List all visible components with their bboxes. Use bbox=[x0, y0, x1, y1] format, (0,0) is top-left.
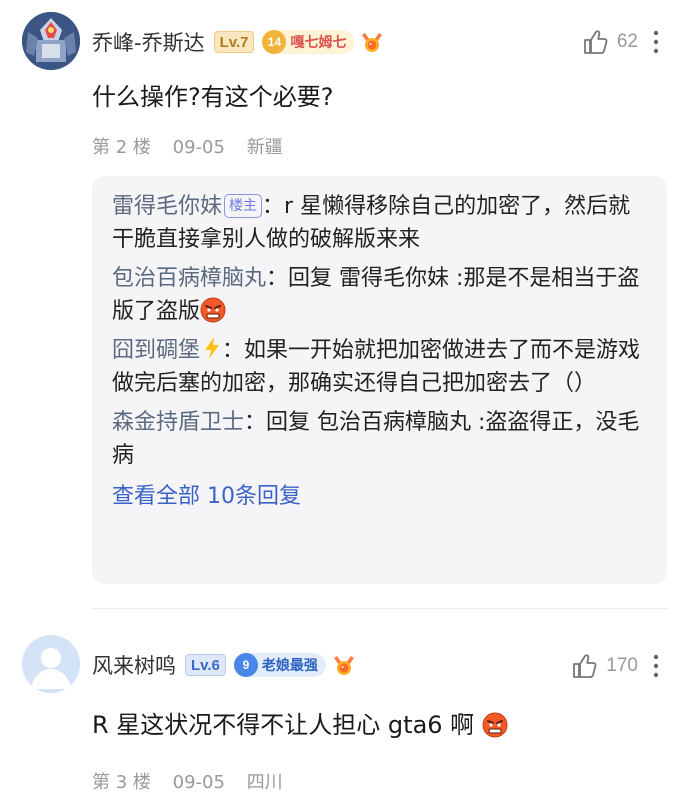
floor-number: 第 2 楼 bbox=[92, 137, 151, 158]
more-vertical-icon[interactable] bbox=[646, 28, 666, 56]
reply-list[interactable]: 雷得毛你妹 楼主 ：r 星懒得移除自己的加密了，然后就干脆直接拿别人做的破解版来来 … bbox=[92, 176, 667, 584]
comment-location: 新疆 bbox=[246, 137, 283, 158]
view-all-replies-link[interactable]: 查看全部 10条回复 bbox=[112, 478, 647, 510]
like-count: 62 bbox=[616, 31, 638, 52]
like-button[interactable]: 170 bbox=[570, 652, 638, 680]
angry-face-emoji-icon bbox=[200, 297, 226, 323]
like-count: 170 bbox=[606, 655, 638, 676]
username[interactable]: 乔峰-乔斯达 bbox=[92, 27, 205, 57]
level-badge: Lv.7 bbox=[213, 31, 255, 53]
fan-level-number: 9 bbox=[233, 653, 258, 677]
reply-author[interactable]: 雷得毛你妹 bbox=[112, 194, 222, 219]
reply-author[interactable]: 包治百病樟脑丸 bbox=[112, 266, 266, 291]
username[interactable]: 风来树鸣 bbox=[92, 650, 176, 680]
medal-icon bbox=[362, 33, 383, 52]
op-badge: 楼主 bbox=[224, 194, 263, 218]
level-badge: Lv.6 bbox=[185, 654, 226, 676]
comment-date: 09-05 bbox=[172, 772, 225, 793]
comment-meta: 第 3 楼 09-05 四川 bbox=[92, 768, 299, 794]
medal-icon bbox=[333, 656, 354, 675]
lightning-bolt-icon bbox=[205, 337, 220, 359]
avatar[interactable] bbox=[22, 635, 80, 693]
comment-item: 乔峰-乔斯达 Lv.7 14 嘎七姆七 62 什么操作?有这个必要? 第 2 楼… bbox=[0, 0, 688, 610]
comment-date: 09-05 bbox=[172, 137, 225, 158]
fan-badge[interactable]: 14 嘎七姆七 bbox=[262, 30, 355, 54]
thumbs-up-icon bbox=[583, 30, 608, 54]
reply-author[interactable]: 森金持盾卫士 bbox=[112, 410, 244, 435]
reply-separator: ： bbox=[266, 266, 289, 291]
thumbs-up-icon bbox=[573, 654, 597, 678]
reply-separator: ： bbox=[244, 410, 267, 435]
comment-text-content: R 星这状况不得不让人担心 gta6 啊 bbox=[92, 711, 475, 739]
divider bbox=[92, 608, 668, 609]
angry-face-emoji-icon bbox=[482, 712, 508, 738]
floor-number: 第 3 楼 bbox=[92, 772, 151, 793]
reply-item[interactable]: 包治百病樟脑丸：回复 雷得毛你妹 :那是不是相当于盗版了盗版 bbox=[112, 262, 647, 328]
reply-item[interactable]: 囧到碉堡 ：如果一开始就把加密做进去了而不是游戏做完后塞的加密，那确实还得自己把… bbox=[112, 334, 647, 400]
reply-separator: ： bbox=[222, 338, 245, 363]
comment-text: R 星这状况不得不让人担心 gta6 啊 bbox=[92, 708, 668, 742]
comment-location: 四川 bbox=[246, 772, 283, 793]
like-button[interactable]: 62 bbox=[581, 28, 638, 56]
fan-level-number: 14 bbox=[262, 30, 287, 54]
comment-text: 什么操作?有这个必要? bbox=[92, 83, 334, 111]
fan-badge-name: 老娘最强 bbox=[261, 658, 318, 674]
avatar[interactable] bbox=[22, 12, 80, 70]
reply-separator: ： bbox=[262, 194, 285, 219]
reply-item[interactable]: 森金持盾卫士：回复 包治百病樟脑丸 :盗盗得正，没毛病 bbox=[112, 406, 647, 472]
reply-item[interactable]: 雷得毛你妹 楼主 ：r 星懒得移除自己的加密了，然后就干脆直接拿别人做的破解版来来 bbox=[112, 190, 647, 256]
comment-meta: 第 2 楼 09-05 新疆 bbox=[92, 133, 299, 159]
fan-badge[interactable]: 9 老娘最强 bbox=[233, 653, 326, 677]
comment-item: 风来树鸣 Lv.6 9 老娘最强 170 R 星这状况不得不让人担心 gta6 … bbox=[0, 612, 688, 800]
reply-author[interactable]: 囧到碉堡 bbox=[112, 338, 200, 363]
fan-badge-name: 嘎七姆七 bbox=[290, 35, 347, 51]
more-vertical-icon[interactable] bbox=[646, 652, 666, 680]
